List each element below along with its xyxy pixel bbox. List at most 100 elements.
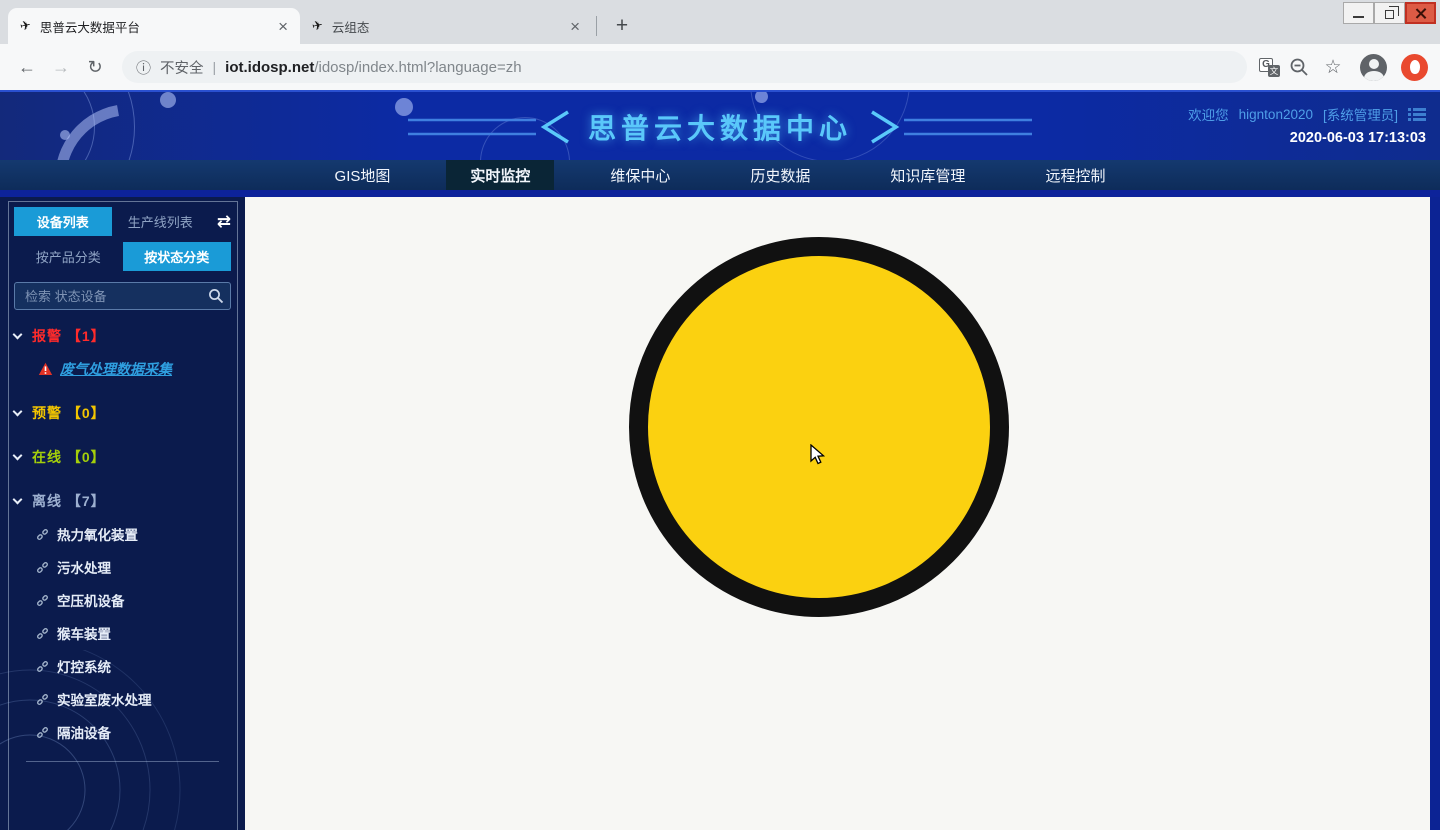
offline-device-row[interactable]: 隔油设备 — [36, 722, 231, 742]
content-row: 设备列表 生产线列表 ⇄ 按产品分类 按状态分类 — [0, 197, 1440, 830]
tab-device-list[interactable]: 设备列表 — [14, 207, 112, 236]
menu-list-icon[interactable] — [1408, 107, 1426, 122]
main-navigation: GIS地图 实时监控 维保中心 历史数据 知识库管理 远程控制 — [0, 160, 1440, 190]
offline-device-row[interactable]: 猴车装置 — [36, 623, 231, 643]
restore-icon — [1385, 10, 1394, 19]
chevron-down-icon[interactable] — [13, 329, 23, 339]
address-bar[interactable]: ⓘ 不安全 | iot.idosp.net/idosp/index.html?l… — [122, 51, 1247, 83]
tree-divider — [26, 761, 219, 762]
nav-item-gis[interactable]: GIS地图 — [311, 160, 415, 190]
group-count: 【0】 — [67, 449, 106, 465]
offline-device-row[interactable]: 空压机设备 — [36, 590, 231, 610]
offline-device-row[interactable]: 灯控系统 — [36, 656, 231, 676]
nav-item-realtime[interactable]: 实时监控 — [446, 160, 554, 190]
tab-production-line-list[interactable]: 生产线列表 — [112, 207, 210, 236]
device-search-input[interactable] — [14, 282, 231, 310]
alarm-device-link[interactable]: 废气处理数据采集 — [60, 359, 172, 379]
offline-device-label: 污水处理 — [57, 557, 111, 577]
broken-link-icon — [36, 726, 49, 739]
title-left-ornament — [408, 107, 578, 147]
group-label: 预警 — [32, 405, 62, 421]
nav-item-remote[interactable]: 远程控制 — [1021, 160, 1129, 190]
offline-device-row[interactable]: 实验室废水处理 — [36, 689, 231, 709]
group-count: 【0】 — [67, 405, 106, 421]
datetime-display: 2020-06-03 17:13:03 — [1188, 130, 1426, 146]
offline-device-label: 隔油设备 — [57, 722, 111, 742]
tab-by-status[interactable]: 按状态分类 — [123, 242, 232, 271]
browser-tab-scada[interactable]: ✈ 云组态 × — [300, 8, 592, 44]
device-search-row — [14, 282, 231, 310]
device-sidebar: 设备列表 生产线列表 ⇄ 按产品分类 按状态分类 — [0, 197, 245, 830]
translate-icon[interactable]: G 文 — [1259, 58, 1280, 77]
alarm-device-row[interactable]: 废气处理数据采集 — [38, 359, 231, 379]
browser-tab-platform[interactable]: ✈ 思普云大数据平台 × — [8, 8, 300, 44]
broken-link-icon — [36, 660, 49, 673]
url-text: iot.idosp.net/idosp/index.html?language=… — [225, 59, 521, 76]
title-right-ornament — [862, 107, 1032, 147]
bookmark-star-icon[interactable]: ☆ — [1318, 56, 1348, 79]
offline-device-list: 热力氧化装置 污水处理 空压机设备 猴车装置 — [36, 524, 231, 742]
profile-avatar[interactable] — [1360, 54, 1387, 81]
offline-device-label: 空压机设备 — [57, 590, 125, 610]
site-favicon-icon: ✈ — [310, 17, 324, 35]
window-close-button[interactable] — [1405, 2, 1436, 24]
offline-device-label: 灯控系统 — [57, 656, 111, 676]
broken-link-icon — [36, 693, 49, 706]
tree-group-online[interactable]: 在线 【0】 — [14, 447, 231, 467]
zoom-out-indicator-icon[interactable] — [1284, 57, 1314, 77]
tab-title: 云组态 — [332, 17, 561, 36]
group-label: 在线 — [32, 449, 62, 465]
nav-separator-bar — [0, 190, 1440, 197]
browser-tabstrip: ✈ 思普云大数据平台 × ✈ 云组态 × + — [0, 0, 1440, 44]
site-favicon-icon: ✈ — [18, 17, 32, 35]
tab-close-icon[interactable]: × — [278, 18, 288, 35]
chevron-down-icon[interactable] — [13, 406, 23, 416]
classify-tabs: 按产品分类 按状态分类 — [14, 242, 231, 271]
chevron-down-icon[interactable] — [13, 450, 23, 460]
tree-group-alarm[interactable]: 报警 【1】 — [14, 326, 231, 346]
broken-link-icon — [36, 528, 49, 541]
security-label: 不安全 — [160, 57, 204, 78]
welcome-label: 欢迎您 — [1188, 104, 1229, 124]
back-button[interactable]: ← — [12, 52, 42, 82]
offline-device-row[interactable]: 污水处理 — [36, 557, 231, 577]
tab-by-product[interactable]: 按产品分类 — [14, 242, 123, 271]
chevron-down-icon[interactable] — [13, 494, 23, 504]
offline-device-label: 热力氧化装置 — [57, 524, 138, 544]
page-title: 思普云大数据中心 — [588, 107, 852, 147]
warning-triangle-icon — [38, 362, 53, 376]
new-tab-button[interactable]: + — [607, 11, 637, 41]
window-minimize-button[interactable] — [1343, 2, 1374, 24]
forward-button[interactable]: → — [46, 52, 76, 82]
info-icon[interactable]: ⓘ — [136, 57, 151, 78]
offline-device-label: 实验室废水处理 — [57, 689, 152, 709]
reload-button[interactable]: ↻ — [80, 52, 110, 82]
tab-close-icon[interactable]: × — [570, 18, 580, 35]
broken-link-icon — [36, 594, 49, 607]
url-host: iot.idosp.net — [225, 59, 314, 76]
nav-item-knowledge[interactable]: 知识库管理 — [866, 160, 989, 190]
url-path: /idosp/index.html?language=zh — [314, 59, 521, 76]
list-type-tabs: 设备列表 生产线列表 ⇄ — [14, 207, 231, 236]
minimize-icon — [1353, 16, 1364, 18]
app-page: 思普云大数据中心 欢迎您 hignton2020 [系统管理员] 2020-06… — [0, 90, 1440, 830]
window-restore-button[interactable] — [1374, 2, 1405, 24]
scada-circle-element[interactable] — [629, 237, 1009, 617]
window-controls — [1343, 2, 1436, 24]
offline-device-row[interactable]: 热力氧化装置 — [36, 524, 231, 544]
mouse-cursor — [810, 444, 828, 466]
group-label: 报警 — [32, 328, 62, 344]
extension-ball-icon[interactable] — [1401, 54, 1428, 81]
group-count: 【1】 — [67, 328, 106, 344]
nav-item-maintenance[interactable]: 维保中心 — [586, 160, 694, 190]
broken-link-icon — [36, 627, 49, 640]
device-status-tree: 报警 【1】 废气处理数据采集 预警 【0】 — [14, 326, 231, 762]
tab-separator — [596, 16, 597, 36]
group-label: 离线 — [32, 493, 62, 509]
search-icon[interactable] — [208, 288, 224, 304]
broken-link-icon — [36, 561, 49, 574]
nav-item-history[interactable]: 历史数据 — [726, 160, 834, 190]
tree-group-offline[interactable]: 离线 【7】 — [14, 491, 231, 511]
tree-group-warning[interactable]: 预警 【0】 — [14, 403, 231, 423]
swap-icon[interactable]: ⇄ — [209, 212, 231, 232]
